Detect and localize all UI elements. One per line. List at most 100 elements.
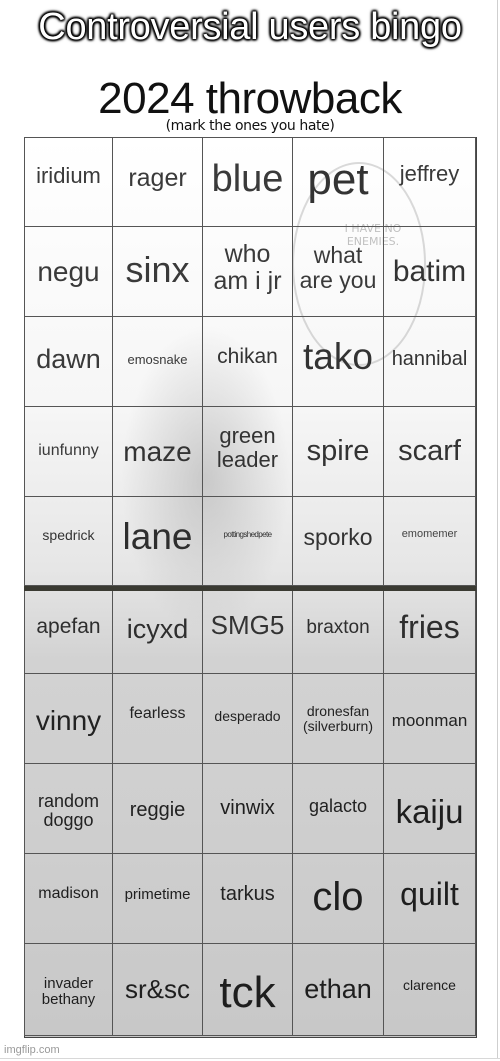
bingo-cell-label: iunfunny bbox=[38, 442, 99, 460]
meme-subtitle: 2024 throwback bbox=[98, 74, 402, 123]
row-separator bbox=[24, 586, 476, 591]
bingo-cell-label: invader bethany bbox=[41, 974, 96, 1008]
bingo-cell: negu bbox=[24, 227, 113, 317]
bingo-cell-label: primetime bbox=[124, 885, 191, 903]
bingo-cell: sr&sc bbox=[113, 944, 203, 1036]
bingo-cell: dawn bbox=[24, 317, 113, 407]
bingo-cell-label: random doggo bbox=[37, 790, 100, 830]
bingo-cell: moonman bbox=[384, 674, 476, 764]
bingo-cell-label: jeffrey bbox=[399, 161, 460, 187]
bingo-cell: scarf bbox=[384, 407, 476, 497]
bingo-cell-label: quilt bbox=[400, 875, 459, 912]
bingo-cell-label: dronesfan (silverburn) bbox=[302, 702, 373, 734]
bingo-cell-label: batim bbox=[392, 254, 467, 288]
bingo-cell-label: spire bbox=[306, 435, 370, 468]
bingo-cell-label: SMG5 bbox=[210, 609, 285, 640]
bingo-cell: clarence bbox=[384, 944, 476, 1036]
bingo-cell-label: tck bbox=[219, 968, 276, 1018]
bingo-cell: tck bbox=[203, 944, 293, 1036]
bingo-cell-label: chikan bbox=[217, 345, 278, 369]
bingo-cell: braxton bbox=[293, 586, 384, 674]
bingo-cell: reggie bbox=[113, 764, 203, 854]
bingo-cell-label: what are you bbox=[299, 242, 377, 293]
imgflip-watermark: imgflip.com bbox=[4, 1044, 60, 1056]
bingo-cell: fearless bbox=[113, 674, 203, 764]
bingo-cell: vinwix bbox=[203, 764, 293, 854]
bingo-cell: hannibal bbox=[384, 317, 476, 407]
bingo-cell: what are you bbox=[293, 227, 384, 317]
bingo-cell-label: apefan bbox=[36, 615, 101, 639]
bingo-cell-label: clarence bbox=[403, 977, 456, 994]
bingo-cell: iridium bbox=[24, 137, 113, 227]
bingo-cell-label: desperado bbox=[214, 708, 281, 725]
bingo-cell: kaiju bbox=[384, 764, 476, 854]
bingo-cell-label: ethan bbox=[304, 974, 372, 1005]
bingo-cell-label: fries bbox=[399, 608, 460, 645]
bingo-cell-label: pet bbox=[307, 154, 369, 204]
bingo-cell: tarkus bbox=[203, 854, 293, 944]
bingo-cell: madison bbox=[24, 854, 113, 944]
bingo-cell: spedrick bbox=[24, 497, 113, 586]
bingo-cell: tako bbox=[293, 317, 384, 407]
bingo-cell: ethan bbox=[293, 944, 384, 1036]
bingo-cell: fries bbox=[384, 586, 476, 674]
bingo-cell-label: dawn bbox=[36, 344, 101, 375]
bingo-cell: SMG5 bbox=[203, 586, 293, 674]
frame-border-bottom bbox=[0, 1058, 500, 1059]
frame-border-right bbox=[497, 0, 498, 1058]
bingo-cell-label: sinx bbox=[125, 248, 190, 290]
bingo-cell: quilt bbox=[384, 854, 476, 944]
bingo-cell: icyxd bbox=[113, 586, 203, 674]
bingo-cell-label: reggie bbox=[129, 799, 186, 821]
bingo-cell: jeffrey bbox=[384, 137, 476, 227]
bingo-cell: galacto bbox=[293, 764, 384, 854]
bingo-cell: apefan bbox=[24, 586, 113, 674]
bingo-cell: green leader bbox=[203, 407, 293, 497]
bingo-cell-label: rager bbox=[128, 163, 187, 192]
instruction-note: (mark the ones you hate) bbox=[165, 118, 335, 134]
bingo-cell: pottingshedpete bbox=[203, 497, 293, 586]
bingo-cell-label: emosnake bbox=[127, 351, 188, 367]
bingo-cell-label: scarf bbox=[398, 435, 461, 468]
bingo-cell: sinx bbox=[113, 227, 203, 317]
bingo-cell: iunfunny bbox=[24, 407, 113, 497]
bingo-cell: rager bbox=[113, 137, 203, 227]
bingo-cell: sporko bbox=[293, 497, 384, 586]
bingo-cell: batim bbox=[384, 227, 476, 317]
bingo-cell-label: sporko bbox=[303, 523, 373, 550]
bingo-cell: chikan bbox=[203, 317, 293, 407]
bingo-cell: random doggo bbox=[24, 764, 113, 854]
bingo-cell-label: emomemer bbox=[401, 528, 458, 541]
bingo-cell-label: braxton bbox=[306, 616, 370, 638]
bingo-cell-label: iridium bbox=[36, 163, 101, 189]
bingo-cell-label: fearless bbox=[129, 705, 186, 723]
bingo-cell: vinny bbox=[24, 674, 113, 764]
bingo-cell: lane bbox=[113, 497, 203, 586]
bingo-cell: blue bbox=[203, 137, 293, 227]
bingo-cell-label: tarkus bbox=[220, 883, 275, 905]
bingo-cell-label: madison bbox=[38, 885, 99, 903]
meme-title: Controversial users bingo bbox=[38, 6, 462, 48]
bingo-cell-label: galacto bbox=[308, 796, 368, 817]
bingo-cell-label: moonman bbox=[391, 710, 468, 730]
bingo-cell: emomemer bbox=[384, 497, 476, 586]
bingo-cell-label: hannibal bbox=[391, 348, 468, 370]
bingo-cell-label: green leader bbox=[216, 423, 279, 472]
bingo-cell-label: clo bbox=[312, 874, 364, 919]
bingo-cell: primetime bbox=[113, 854, 203, 944]
bingo-cell-label: maze bbox=[123, 435, 192, 467]
bingo-cell: who am i jr bbox=[203, 227, 293, 317]
bingo-cell-label: negu bbox=[37, 255, 100, 287]
bingo-cell: desperado bbox=[203, 674, 293, 764]
bingo-cell: maze bbox=[113, 407, 203, 497]
bingo-cell-label: icyxd bbox=[126, 614, 189, 645]
bingo-cell-label: pottingshedpete bbox=[223, 529, 273, 539]
bingo-cell-label: who am i jr bbox=[213, 240, 282, 295]
bingo-cell: emosnake bbox=[113, 317, 203, 407]
bingo-cell-label: tako bbox=[303, 336, 373, 378]
bingo-cell: invader bethany bbox=[24, 944, 113, 1036]
bingo-cell-label: lane bbox=[122, 515, 193, 557]
bingo-cell-label: vinny bbox=[35, 704, 102, 736]
bingo-cell-label: blue bbox=[211, 158, 284, 201]
bingo-cell-label: vinwix bbox=[220, 797, 275, 819]
